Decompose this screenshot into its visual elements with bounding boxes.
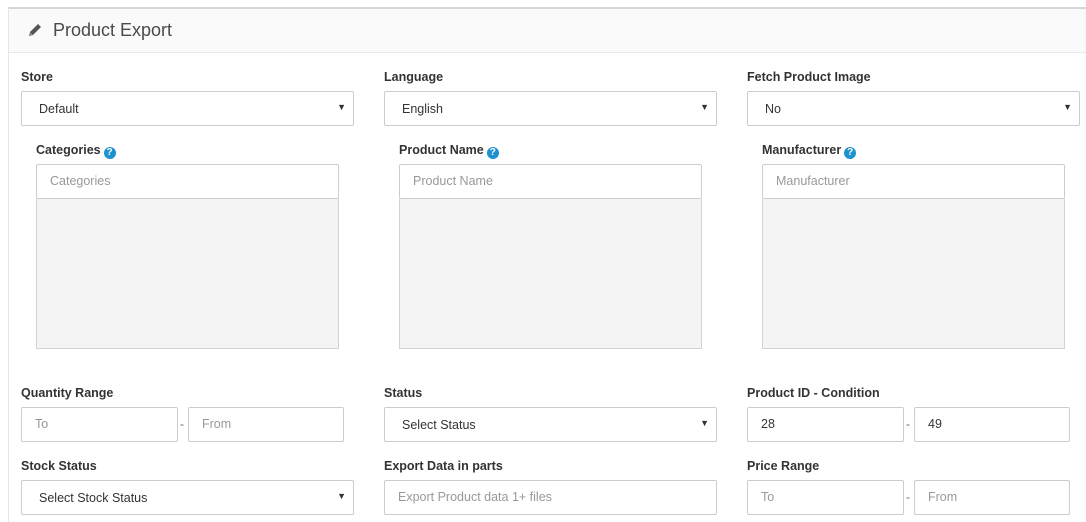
fetch-image-select-value: No xyxy=(765,102,781,116)
panel-title: Product Export xyxy=(53,20,173,40)
export-parts-label: Export Data in parts xyxy=(384,459,503,473)
quantity-range-label: Quantity Range xyxy=(21,386,114,400)
language-select[interactable]: English ▼ xyxy=(384,91,717,126)
product-id-separator: - xyxy=(906,417,910,431)
price-range-label: Price Range xyxy=(747,459,820,473)
categories-label: Categories? xyxy=(36,143,116,159)
manufacturer-list[interactable] xyxy=(762,199,1065,349)
help-icon[interactable]: ? xyxy=(103,147,116,159)
categories-list[interactable] xyxy=(36,199,339,349)
export-parts-input[interactable]: Export Product data 1+ files xyxy=(384,480,717,515)
product-name-list[interactable] xyxy=(399,199,702,349)
product-name-label: Product Name? xyxy=(399,143,499,159)
product-id-to-input[interactable]: 49 xyxy=(914,407,1070,442)
stock-status-label: Stock Status xyxy=(21,459,97,473)
manufacturer-input[interactable]: Manufacturer xyxy=(762,164,1065,199)
quantity-to-input[interactable]: To xyxy=(21,407,178,442)
chevron-down-icon: ▼ xyxy=(700,418,709,428)
status-select-value: Select Status xyxy=(402,418,476,432)
price-range-separator: - xyxy=(906,490,910,504)
store-select-value: Default xyxy=(39,102,79,116)
quantity-range-separator: - xyxy=(180,417,184,431)
stock-status-select[interactable]: Select Stock Status ▼ xyxy=(21,480,354,515)
price-to-input[interactable]: To xyxy=(747,480,904,515)
product-name-input[interactable]: Product Name xyxy=(399,164,702,199)
fetch-image-select[interactable]: No ▼ xyxy=(747,91,1080,126)
chevron-down-icon: ▼ xyxy=(337,102,346,112)
stock-status-select-value: Select Stock Status xyxy=(39,491,148,505)
chevron-down-icon: ▼ xyxy=(337,491,346,501)
help-icon[interactable]: ? xyxy=(486,147,499,159)
status-select[interactable]: Select Status ▼ xyxy=(384,407,717,442)
product-id-label: Product ID - Condition xyxy=(747,386,880,400)
help-icon[interactable]: ? xyxy=(844,147,857,159)
quantity-from-input[interactable]: From xyxy=(188,407,344,442)
chevron-down-icon: ▼ xyxy=(700,102,709,112)
fetch-image-label: Fetch Product Image xyxy=(747,70,871,84)
language-label: Language xyxy=(384,70,444,84)
panel-heading: Product Export xyxy=(9,9,1086,53)
pencil-icon xyxy=(29,24,41,36)
product-id-from-input[interactable]: 28 xyxy=(747,407,904,442)
store-label: Store xyxy=(21,70,53,84)
status-label: Status xyxy=(384,386,423,400)
manufacturer-label: Manufacturer? xyxy=(762,143,857,159)
language-select-value: English xyxy=(402,102,443,116)
price-from-input[interactable]: From xyxy=(914,480,1070,515)
categories-input[interactable]: Categories xyxy=(36,164,339,199)
chevron-down-icon: ▼ xyxy=(1063,102,1072,112)
store-select[interactable]: Default ▼ xyxy=(21,91,354,126)
